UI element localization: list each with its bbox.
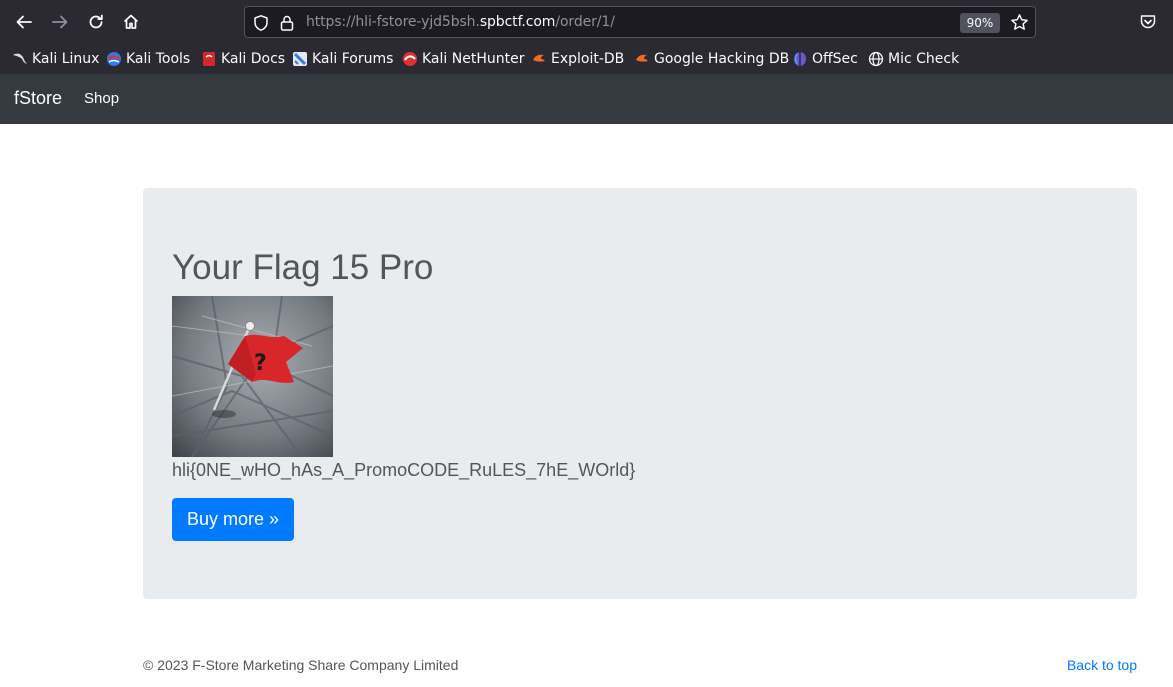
back-to-top-link[interactable]: Back to top bbox=[1067, 657, 1137, 673]
home-icon[interactable] bbox=[118, 9, 144, 35]
product-title: Your Flag 15 Pro bbox=[172, 248, 434, 287]
bookmark-label: Kali Linux bbox=[32, 51, 100, 67]
address-bar[interactable]: https://hli-fstore-yjd5bsh.spbctf.com/or… bbox=[244, 6, 1036, 38]
reload-icon[interactable] bbox=[83, 9, 109, 35]
zoom-level-badge[interactable]: 90% bbox=[960, 13, 1000, 33]
bookmark-google-hacking-db[interactable]: Google Hacking DB bbox=[634, 49, 789, 69]
buy-more-button[interactable]: Buy more » bbox=[172, 498, 294, 541]
bookmark-label: Kali NetHunter bbox=[422, 51, 525, 67]
bookmark-kali-tools[interactable]: Kali Tools bbox=[106, 49, 190, 69]
brand-link[interactable]: fStore bbox=[14, 88, 62, 109]
url-prefix: https://hli-fstore-yjd5bsh. bbox=[306, 14, 480, 30]
shield-icon[interactable] bbox=[252, 14, 270, 37]
bookmark-offsec[interactable]: OffSec bbox=[792, 49, 858, 69]
kali-forums-icon bbox=[292, 51, 308, 67]
forward-arrow-icon[interactable] bbox=[47, 9, 73, 35]
bookmark-label: Kali Forums bbox=[312, 51, 394, 67]
kali-dragon-icon bbox=[12, 51, 28, 67]
bookmark-kali-docs[interactable]: Kali Docs bbox=[201, 49, 285, 69]
exploit-db-icon bbox=[531, 51, 547, 67]
kali-docs-icon bbox=[201, 51, 217, 67]
ghdb-icon bbox=[634, 51, 650, 67]
star-icon[interactable] bbox=[1010, 13, 1029, 37]
back-arrow-icon[interactable] bbox=[11, 9, 37, 35]
lock-icon[interactable] bbox=[279, 14, 295, 37]
product-panel: Your Flag 15 Pro ? hli{0NE_wHO_hAs_A_Pro… bbox=[143, 188, 1137, 599]
footer-copyright: © 2023 F-Store Marketing Share Company L… bbox=[143, 657, 459, 673]
bookmark-label: Google Hacking DB bbox=[654, 51, 790, 67]
nav-shop-link[interactable]: Shop bbox=[84, 90, 119, 107]
flag-text: hli{0NE_wHO_hAs_A_PromoCODE_RuLES_7hE_WO… bbox=[172, 460, 636, 480]
site-navbar: fStore Shop bbox=[0, 74, 1173, 124]
bookmark-mic-check[interactable]: Mic Check bbox=[868, 49, 959, 69]
bookmark-kali-nethunter[interactable]: Kali NetHunter bbox=[402, 49, 524, 69]
pocket-icon[interactable] bbox=[1139, 13, 1157, 36]
url-path: /order/1/ bbox=[555, 14, 615, 30]
url-text[interactable]: https://hli-fstore-yjd5bsh.spbctf.com/or… bbox=[306, 14, 615, 30]
svg-text:?: ? bbox=[254, 351, 267, 376]
red-flag-question-icon: ? bbox=[172, 296, 333, 457]
bookmark-exploit-db[interactable]: Exploit-DB bbox=[531, 49, 624, 69]
bookmark-label: Mic Check bbox=[888, 51, 960, 67]
browser-toolbar: https://hli-fstore-yjd5bsh.spbctf.com/or… bbox=[0, 0, 1173, 44]
bookmark-label: OffSec bbox=[812, 51, 858, 67]
globe-icon bbox=[868, 51, 884, 67]
bookmark-label: Kali Tools bbox=[126, 51, 191, 67]
bookmarks-toolbar: Kali Linux Kali Tools Kali Docs Kali For… bbox=[0, 44, 1173, 74]
bookmark-kali-linux[interactable]: Kali Linux bbox=[12, 49, 99, 69]
bookmark-kali-forums[interactable]: Kali Forums bbox=[292, 49, 393, 69]
product-image: ? bbox=[172, 296, 333, 457]
offsec-icon bbox=[792, 51, 808, 67]
bookmark-label: Kali Docs bbox=[221, 51, 286, 67]
bookmark-label: Exploit-DB bbox=[551, 51, 625, 67]
kali-tools-icon bbox=[106, 51, 122, 67]
url-host: spbctf.com bbox=[479, 14, 556, 30]
nethunter-icon bbox=[402, 51, 418, 67]
